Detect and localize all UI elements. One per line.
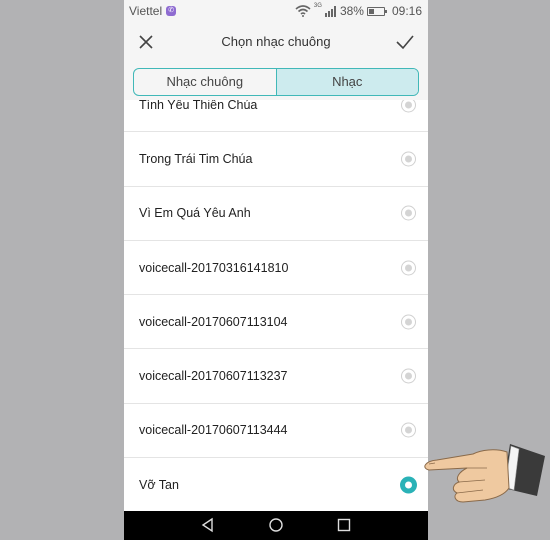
signal-icon [324, 5, 336, 17]
status-icons: 3G 38% 09:16 [295, 3, 422, 18]
radio-button[interactable] [401, 368, 416, 384]
song-title: Trong Trái Tim Chúa [139, 151, 253, 166]
song-title: voicecall-20170607113237 [139, 369, 288, 384]
phone-screen: Viettel ✆ 3G 38% 09:16 Chọn nhạc chuông … [124, 0, 428, 540]
back-icon[interactable] [200, 517, 216, 533]
home-icon[interactable] [268, 517, 284, 533]
song-title: voicecall-20170316141810 [139, 260, 289, 275]
tab-music[interactable]: Nhạc [275, 69, 418, 95]
navigation-bar [124, 511, 428, 540]
radio-button[interactable] [401, 205, 416, 221]
tab-ringtones[interactable]: Nhạc chuông [134, 69, 276, 95]
list-item[interactable]: voicecall-20170607113237 [124, 349, 428, 404]
battery-icon [366, 6, 387, 16]
song-title: Vì Em Quá Yêu Anh [139, 206, 251, 221]
clock: 09:16 [391, 4, 422, 18]
recents-icon[interactable] [336, 517, 352, 533]
song-title: voicecall-20170607113444 [139, 423, 288, 438]
carrier: Viettel ✆ [129, 4, 177, 18]
radio-button[interactable] [401, 422, 416, 438]
close-icon[interactable] [136, 32, 156, 52]
segmented-control: Nhạc chuông Nhạc [133, 68, 419, 96]
network-type: 3G [313, 3, 322, 9]
song-list: Tình Yêu Thiên Chúa Trong Trái Tim Chúa … [124, 78, 428, 513]
list-item-selected[interactable]: Vỡ Tan [124, 458, 428, 513]
list-item[interactable]: Vì Em Quá Yêu Anh [124, 187, 428, 241]
top-app-bar: Chọn nhạc chuông [124, 22, 428, 64]
song-title: voicecall-20170607113104 [139, 314, 288, 329]
list-item[interactable]: voicecall-20170607113444 [124, 404, 428, 459]
pointing-hand-icon [424, 444, 545, 503]
page-title: Chọn nhạc chuông [221, 34, 331, 49]
viber-icon: ✆ [166, 6, 177, 16]
carrier-name: Viettel [129, 4, 163, 18]
song-title: Vỡ Tan [139, 477, 179, 492]
battery-fill [368, 8, 375, 14]
radio-button[interactable] [401, 151, 416, 167]
radio-button[interactable] [401, 260, 416, 276]
status-bar: Viettel ✆ 3G 38% 09:16 [124, 0, 428, 22]
list-item[interactable]: voicecall-20170316141810 [124, 241, 428, 296]
wifi-icon [295, 5, 311, 17]
radio-button[interactable] [401, 314, 416, 330]
list-item[interactable]: voicecall-20170607113104 [124, 295, 428, 350]
checkmark-icon[interactable] [394, 32, 416, 52]
list-item[interactable]: Trong Trái Tim Chúa [124, 132, 428, 187]
tab-bar: Nhạc chuông Nhạc [124, 64, 428, 100]
battery-percent: 38% [339, 4, 364, 18]
